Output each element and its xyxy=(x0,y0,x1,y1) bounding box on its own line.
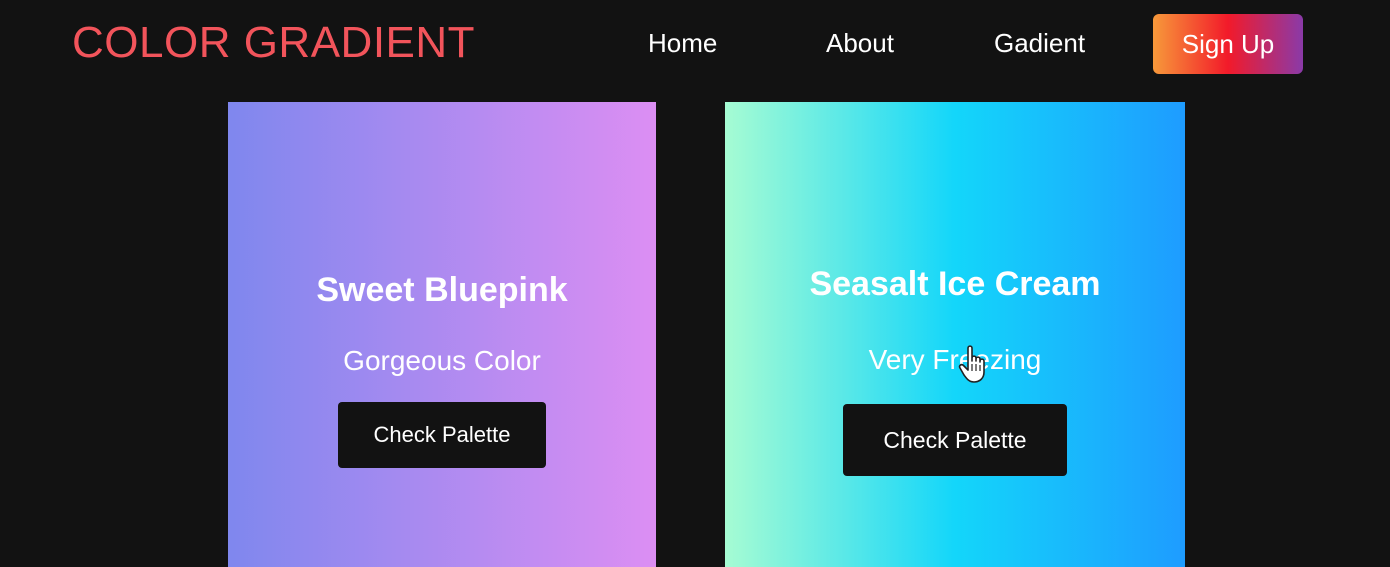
check-palette-button[interactable]: Check Palette xyxy=(338,402,546,468)
card-title: Seasalt Ice Cream xyxy=(809,265,1101,303)
gradient-card-sweet-bluepink: Sweet Bluepink Gorgeous Color Check Pale… xyxy=(228,102,656,567)
card-title: Sweet Bluepink xyxy=(316,271,568,309)
card-subtitle: Very Freezing xyxy=(868,344,1042,375)
nav-link-about[interactable]: About xyxy=(826,26,894,60)
site-logo[interactable]: COLOR GRADIENT xyxy=(72,18,475,68)
page: COLOR GRADIENT Home About Gadient Sign U… xyxy=(0,0,1390,567)
nav-link-home[interactable]: Home xyxy=(648,26,717,60)
gradient-card-seasalt-ice-cream: Seasalt Ice Cream Very Freezing Check Pa… xyxy=(725,102,1185,567)
nav-link-gradient[interactable]: Gadient xyxy=(994,26,1085,60)
card-subtitle: Gorgeous Color xyxy=(343,345,541,376)
sign-up-button[interactable]: Sign Up xyxy=(1153,14,1303,74)
check-palette-button[interactable]: Check Palette xyxy=(843,404,1067,476)
